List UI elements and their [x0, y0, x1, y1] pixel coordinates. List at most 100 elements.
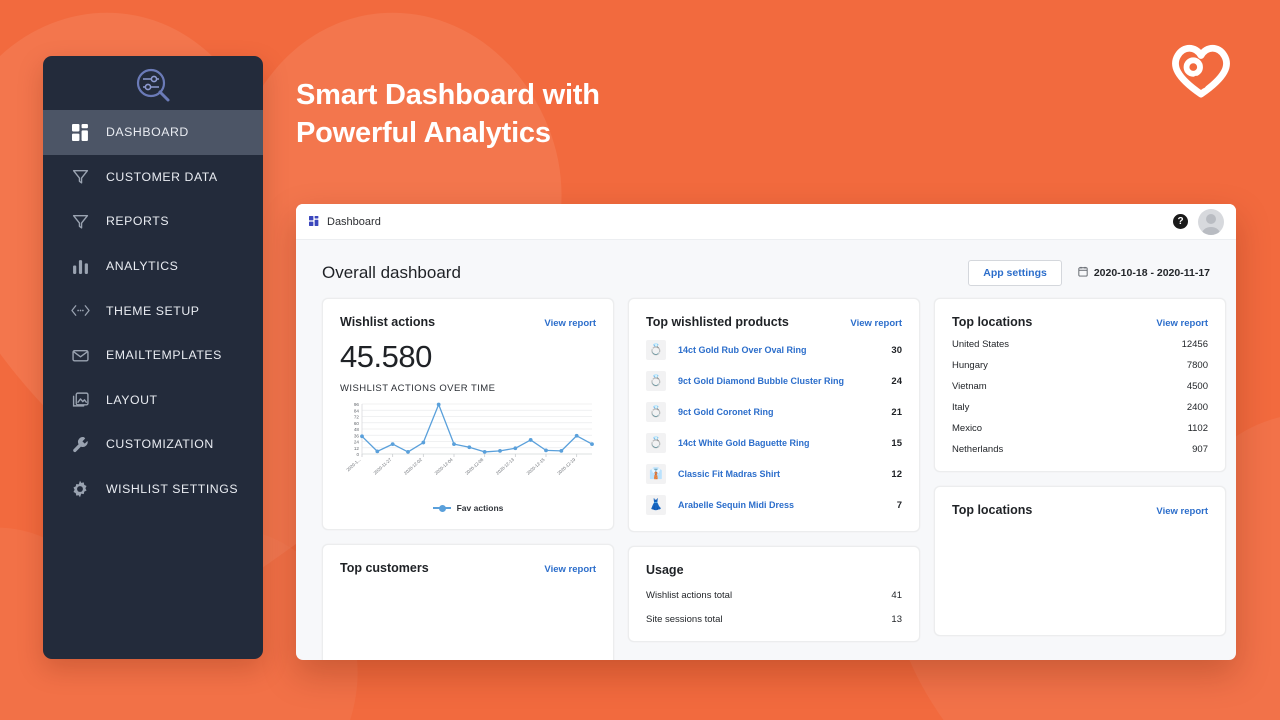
product-count: 30: [891, 344, 902, 356]
wishlist-actions-total: 45.580: [340, 339, 432, 374]
view-report-link[interactable]: View report: [1156, 318, 1208, 329]
chart-point: [375, 449, 380, 454]
chart-legend: Fav actions: [340, 503, 596, 513]
product-row[interactable]: 👔 Classic Fit Madras Shirt 12: [646, 464, 902, 484]
ring-oval-icon: 💍: [646, 340, 666, 360]
product-name[interactable]: 14ct Gold Rub Over Oval Ring: [678, 345, 807, 355]
ring-cluster-icon: 💍: [646, 371, 666, 391]
sidebar-item-analytics[interactable]: ANALYTICS: [43, 244, 263, 289]
page-title: Overall dashboard: [322, 263, 461, 282]
sidebar-item-customization[interactable]: CUSTOMIZATION: [43, 422, 263, 467]
sidebar-item-customer-data[interactable]: CUSTOMER DATA: [43, 155, 263, 200]
location-name: Hungary: [952, 360, 988, 371]
view-report-link[interactable]: View report: [850, 318, 902, 329]
date-range-value: 2020-10-18 - 2020-11-17: [1093, 267, 1210, 279]
chart-point: [421, 440, 426, 445]
chart-point: [482, 450, 487, 454]
product-row[interactable]: 💍 9ct Gold Coronet Ring 21: [646, 402, 902, 422]
chart-point: [406, 450, 410, 454]
chart-point: [436, 402, 441, 407]
location-count: 1102: [1187, 423, 1208, 434]
y-tick-label: 96: [354, 402, 360, 407]
sidebar-item-wishlist-settings[interactable]: WISHLIST SETTINGS: [43, 467, 263, 512]
code-brackets-icon: [69, 300, 91, 322]
chart-point: [467, 445, 472, 450]
empty-state: [340, 575, 596, 649]
sidebar-item-theme-setup[interactable]: THEME SETUP: [43, 288, 263, 333]
page-header: Overall dashboard App settings 2020-10-1…: [296, 240, 1236, 286]
grid-squares-icon: [309, 213, 319, 231]
avatar[interactable]: [1198, 208, 1224, 235]
usage-row: Site sessions total 13: [646, 614, 902, 625]
card-top-customers: Top customers View report: [322, 544, 614, 660]
wrench-icon: [69, 433, 91, 455]
y-tick-label: 84: [354, 408, 360, 413]
headline-line-1: Smart Dashboard with: [296, 79, 600, 111]
x-tick-label: 2020-12-15: [526, 457, 546, 476]
location-name: Netherlands: [952, 444, 1004, 455]
chart-point: [513, 446, 518, 451]
card-title: Top locations: [952, 315, 1033, 329]
y-tick-label: 72: [354, 415, 360, 420]
topbar-actions: ?: [1173, 208, 1236, 235]
sidebar-item-reports[interactable]: REPORTS: [43, 199, 263, 244]
product-row[interactable]: 💍 14ct Gold Rub Over Oval Ring 30: [646, 340, 902, 360]
product-name[interactable]: 14ct White Gold Baguette Ring: [678, 438, 810, 448]
view-report-link[interactable]: View report: [1156, 506, 1208, 517]
y-tick-label: 60: [354, 421, 360, 426]
card-top-locations: Top locations View report United States 1…: [934, 298, 1226, 472]
product-name[interactable]: Classic Fit Madras Shirt: [678, 469, 780, 479]
empty-state: [952, 517, 1208, 619]
view-report-link[interactable]: View report: [544, 318, 596, 329]
usage-label: Site sessions total: [646, 614, 723, 625]
location-row: Italy 2400: [952, 402, 1208, 413]
brand-heart-logo: [1172, 44, 1230, 98]
x-tick-label: 2020-12-19: [556, 457, 576, 476]
grid-column-3: Top locations View report United States 1…: [934, 298, 1226, 636]
dashboard-card-grid: Wishlist actions View report 45.580 WISH…: [296, 286, 1236, 660]
location-row: Vietnam 4500: [952, 381, 1208, 392]
product-name[interactable]: Arabelle Sequin Midi Dress: [678, 500, 794, 510]
topbar-title: Dashboard: [327, 215, 381, 228]
location-count: 2400: [1186, 402, 1208, 413]
location-name: United States: [952, 339, 1010, 350]
help-icon[interactable]: ?: [1173, 214, 1188, 229]
app-topbar: Dashboard ?: [296, 204, 1236, 240]
chart-point: [528, 438, 533, 442]
location-count: 4500: [1186, 381, 1208, 392]
product-name[interactable]: 9ct Gold Diamond Bubble Cluster Ring: [678, 376, 844, 386]
card-title: Top customers: [340, 561, 429, 575]
sidebar-item-dashboard[interactable]: DASHBOARD: [43, 110, 263, 155]
location-count: 7800: [1186, 360, 1208, 371]
location-count: 907: [1192, 444, 1208, 455]
y-tick-label: 24: [354, 440, 360, 445]
view-report-link[interactable]: View report: [544, 564, 596, 575]
product-count: 21: [891, 406, 902, 418]
chart-point: [360, 434, 364, 439]
legend-label: Fav actions: [456, 503, 504, 513]
usage-row: Wishlist actions total 41: [646, 590, 902, 601]
chart-point: [452, 442, 456, 447]
card-header: Top customers View report: [340, 561, 596, 575]
product-count: 7: [896, 499, 902, 511]
search-settings-icon: [136, 68, 170, 102]
location-row: Mexico 1102: [952, 423, 1208, 434]
sidebar-item-layout[interactable]: LAYOUT: [43, 378, 263, 423]
sidebar-item-emailtemplates[interactable]: EMAILTEMPLATES: [43, 333, 263, 378]
x-tick-label: 2020-12-02: [403, 457, 423, 476]
grid-column-2: Top wishlisted products View report 💍 14c…: [628, 298, 920, 642]
chart-point: [390, 442, 395, 447]
product-name[interactable]: 9ct Gold Coronet Ring: [678, 407, 774, 417]
date-range-picker[interactable]: 2020-10-18 - 2020-11-17: [1078, 266, 1210, 280]
grid-squares-icon: [69, 121, 91, 143]
gear-icon: [69, 478, 91, 500]
product-row[interactable]: 👗 Arabelle Sequin Midi Dress 7: [646, 495, 902, 515]
bar-chart-icon: [69, 255, 91, 277]
product-row[interactable]: 💍 9ct Gold Diamond Bubble Cluster Ring 24: [646, 371, 902, 391]
location-row: Netherlands 907: [952, 444, 1208, 455]
product-row[interactable]: 💍 14ct White Gold Baguette Ring 15: [646, 433, 902, 453]
card-wishlist-actions: Wishlist actions View report 45.580 WISH…: [322, 298, 614, 530]
chart-point: [498, 448, 502, 453]
app-settings-button[interactable]: App settings: [968, 260, 1062, 286]
product-list: 💍 14ct Gold Rub Over Oval Ring 30 💍 9ct Gold…: [646, 340, 902, 515]
